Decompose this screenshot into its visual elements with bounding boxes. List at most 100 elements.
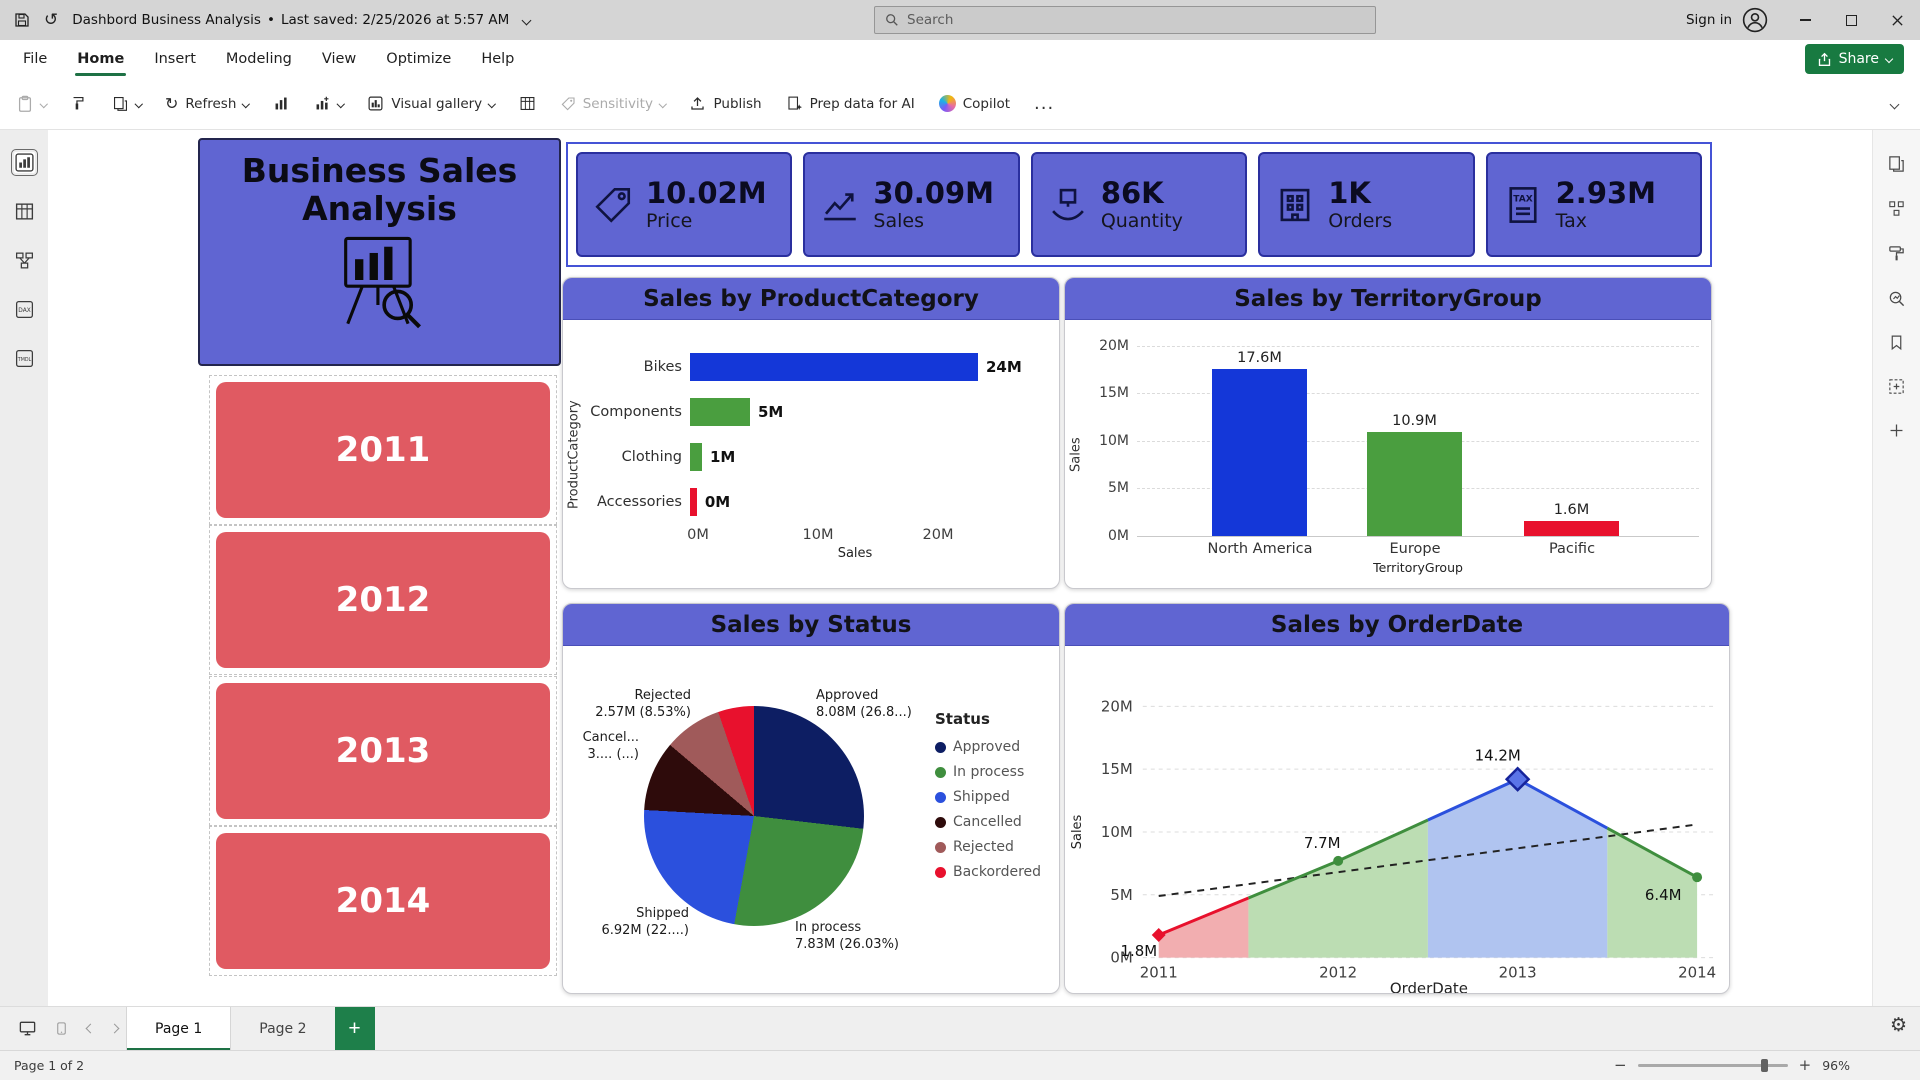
menu-help[interactable]: Help bbox=[466, 40, 529, 78]
year-button-2011[interactable]: 2011 bbox=[216, 382, 550, 518]
add-visual-button[interactable] bbox=[314, 95, 344, 112]
search-input[interactable] bbox=[907, 12, 1365, 28]
minimize-button[interactable] bbox=[1782, 0, 1828, 40]
value-label: 5M bbox=[758, 403, 783, 421]
selection-pane-button[interactable] bbox=[1887, 377, 1906, 396]
menu-file[interactable]: File bbox=[8, 40, 62, 78]
more-options-button[interactable]: ... bbox=[1034, 93, 1054, 114]
legend-item-approved[interactable]: Approved bbox=[935, 739, 1041, 755]
legend-item-cancelled[interactable]: Cancelled bbox=[935, 814, 1041, 830]
orderdate-area-chart[interactable]: 0M5M10M15M20M1.8M7.7M14.2M6.4M2011201220… bbox=[1065, 646, 1729, 994]
copy-page-button[interactable] bbox=[112, 95, 142, 112]
tab-page-1[interactable]: Page 1 bbox=[126, 1007, 231, 1050]
kpi-card-tax[interactable]: TAX 2.93MTax bbox=[1486, 152, 1702, 257]
column-north-america[interactable]: 17.6M bbox=[1212, 350, 1307, 536]
report-view-button[interactable] bbox=[14, 152, 35, 173]
plus-icon bbox=[1888, 422, 1905, 439]
paste-button[interactable] bbox=[16, 95, 47, 113]
menu-modeling[interactable]: Modeling bbox=[211, 40, 307, 78]
axis-tick-label: 0M bbox=[1108, 528, 1129, 544]
data-view-button[interactable] bbox=[14, 201, 35, 222]
pages-pane-button[interactable] bbox=[1887, 154, 1906, 173]
zoom-slider-thumb[interactable] bbox=[1761, 1059, 1768, 1072]
previous-page-button[interactable] bbox=[78, 1007, 102, 1050]
legend-dot bbox=[935, 792, 946, 803]
search-box[interactable] bbox=[874, 6, 1376, 34]
refresh-label: Refresh bbox=[185, 96, 236, 112]
bar-bikes[interactable] bbox=[690, 353, 978, 381]
kpi-card-price[interactable]: 10.02MPrice bbox=[576, 152, 792, 257]
bar-components[interactable] bbox=[690, 398, 750, 426]
menu-insert[interactable]: Insert bbox=[139, 40, 211, 78]
format-painter-button[interactable] bbox=[71, 95, 88, 112]
column-bar[interactable] bbox=[1212, 369, 1307, 536]
mobile-layout-button[interactable] bbox=[44, 1007, 78, 1050]
bar-clothing[interactable] bbox=[690, 443, 702, 471]
sales-by-territorygroup-visual[interactable]: Sales by TerritoryGroup Sales 20M 15M 10… bbox=[1064, 277, 1712, 589]
undo-button[interactable]: ↺ bbox=[44, 12, 58, 29]
axis-tick-label: 20M bbox=[923, 527, 954, 543]
sales-by-productcategory-visual[interactable]: Sales by ProductCategory ProductCategory… bbox=[562, 277, 1060, 589]
legend-item-in-process[interactable]: In process bbox=[935, 764, 1041, 780]
year-button-2014[interactable]: 2014 bbox=[216, 833, 550, 969]
sales-by-status-visual[interactable]: Sales by Status Rejected 2.57M (8.53%) A… bbox=[562, 603, 1060, 994]
dax-query-view-button[interactable]: DAX bbox=[14, 299, 35, 320]
new-page-button[interactable]: + bbox=[335, 1007, 375, 1050]
zoom-out-button[interactable]: − bbox=[1614, 1058, 1627, 1073]
maximize-button[interactable] bbox=[1828, 0, 1874, 40]
kpi-card-sales[interactable]: 30.09MSales bbox=[803, 152, 1019, 257]
report-title-card[interactable]: Business Sales Analysis bbox=[198, 138, 561, 366]
price-tag-icon bbox=[592, 184, 634, 226]
legend-item-shipped[interactable]: Shipped bbox=[935, 789, 1041, 805]
visual-gallery-button[interactable]: Visual gallery bbox=[367, 95, 494, 112]
column-pacific[interactable]: 1.6M bbox=[1524, 502, 1619, 536]
bookmarks-pane-button[interactable] bbox=[1888, 334, 1905, 351]
add-pane-button[interactable] bbox=[1888, 422, 1905, 439]
collapse-ribbon-button[interactable] bbox=[1891, 96, 1904, 112]
sign-in-link[interactable]: Sign in bbox=[1686, 12, 1732, 28]
year-button-2012[interactable]: 2012 bbox=[216, 532, 550, 668]
next-page-button[interactable] bbox=[102, 1007, 126, 1050]
status-pie-chart[interactable] bbox=[644, 706, 864, 926]
save-button[interactable] bbox=[14, 12, 30, 28]
year-button-2013[interactable]: 2013 bbox=[216, 683, 550, 819]
axis-tick-label: 10M bbox=[803, 527, 834, 543]
menu-view[interactable]: View bbox=[307, 40, 371, 78]
zoom-slider[interactable] bbox=[1638, 1064, 1788, 1067]
title-chevron-icon[interactable] bbox=[522, 15, 532, 25]
share-button[interactable]: Share bbox=[1805, 44, 1904, 74]
table-button[interactable] bbox=[519, 95, 536, 112]
search-icon bbox=[885, 13, 899, 27]
kpi-card-quantity[interactable]: 86KQuantity bbox=[1031, 152, 1247, 257]
tab-page-2[interactable]: Page 2 bbox=[231, 1007, 334, 1050]
zoom-in-button[interactable]: + bbox=[1799, 1058, 1812, 1073]
desktop-layout-button[interactable] bbox=[10, 1007, 44, 1050]
visualizations-pane-button[interactable] bbox=[1887, 199, 1906, 218]
refresh-button[interactable]: ↻ Refresh bbox=[165, 94, 249, 113]
legend-item-backordered[interactable]: Backordered bbox=[935, 864, 1041, 880]
column-bar[interactable] bbox=[1524, 521, 1619, 536]
close-button[interactable] bbox=[1874, 0, 1920, 40]
format-pane-button[interactable] bbox=[1887, 244, 1906, 263]
menu-optimize[interactable]: Optimize bbox=[371, 40, 466, 78]
account-avatar-icon[interactable] bbox=[1742, 7, 1768, 33]
tmdl-view-button[interactable]: TMDL bbox=[14, 348, 35, 369]
column-bar[interactable] bbox=[1367, 432, 1462, 536]
callout-label: Approved bbox=[816, 688, 946, 705]
kpi-card-orders[interactable]: 1KOrders bbox=[1258, 152, 1474, 257]
new-visual-button[interactable] bbox=[273, 95, 290, 112]
svg-text:Sales: Sales bbox=[1070, 814, 1085, 849]
settings-gear-icon[interactable]: ⚙ bbox=[1890, 1014, 1907, 1036]
legend-item-rejected[interactable]: Rejected bbox=[935, 839, 1041, 855]
column-europe[interactable]: 10.9M bbox=[1367, 413, 1462, 536]
sales-by-orderdate-visual[interactable]: Sales by OrderDate 0M5M10M15M20M1.8M7.7M… bbox=[1064, 603, 1730, 994]
publish-button[interactable]: Publish bbox=[689, 95, 761, 112]
analytics-pane-button[interactable] bbox=[1887, 289, 1906, 308]
share-label: Share bbox=[1839, 51, 1879, 67]
prep-data-for-ai-button[interactable]: Prep data for AI bbox=[786, 95, 915, 112]
copilot-button[interactable]: Copilot bbox=[939, 95, 1010, 112]
bar-accessories[interactable] bbox=[690, 488, 697, 516]
model-view-button[interactable] bbox=[14, 250, 35, 271]
sensitivity-button[interactable]: Sensitivity bbox=[560, 96, 666, 112]
menu-home[interactable]: Home bbox=[62, 40, 139, 78]
